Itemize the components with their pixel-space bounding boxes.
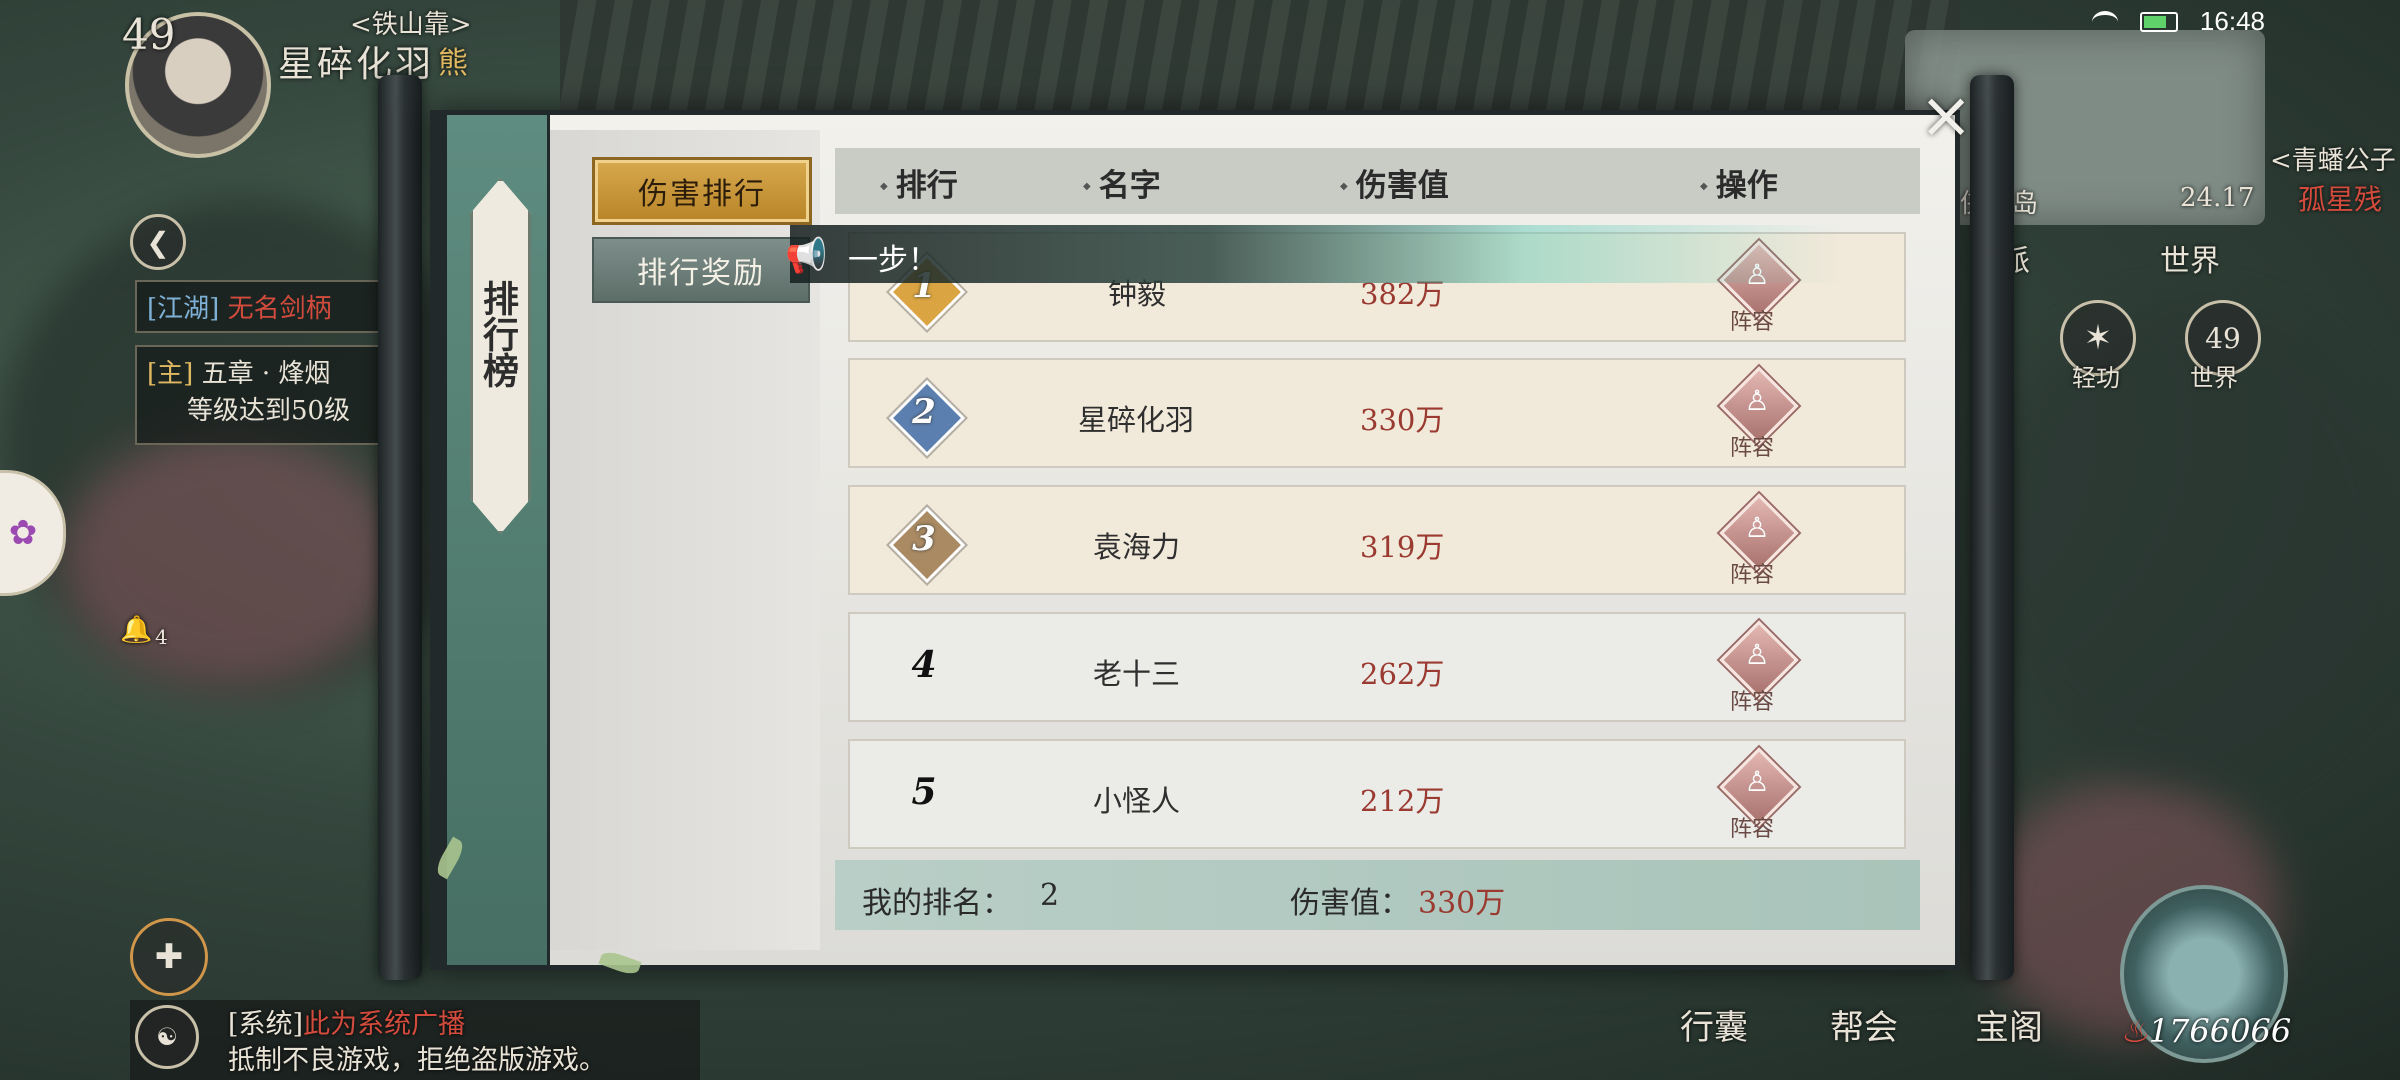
player-level: 49: [122, 10, 176, 59]
add-friend-icon[interactable]: ✚: [130, 918, 208, 996]
quest-tracker[interactable]: [主] 五章 · 烽烟 等级达到50级: [135, 345, 399, 445]
close-icon[interactable]: ×: [1918, 84, 1974, 148]
side-title: 排行榜: [477, 280, 519, 388]
quest-title: 五章 · 烽烟: [201, 359, 331, 389]
my-rank-value: 2: [1040, 878, 1060, 913]
column-header-damage: 伤害值: [1340, 160, 1449, 205]
lineup-label: 阵容: [1730, 310, 1775, 335]
scroll-rod-left: [378, 75, 422, 980]
battery-icon: [2139, 11, 2178, 32]
scroll-rod-right: [1970, 75, 2014, 980]
player-name-cell: 老十三: [1093, 657, 1181, 691]
chat-channel-name: 无名剑柄: [227, 294, 332, 324]
npc-name: <青蟠公子: [2270, 146, 2396, 176]
quest-condition: 等级达到50级: [187, 396, 351, 426]
column-header-action: 操作: [1700, 160, 1778, 205]
npc-subtitle: 孤星残: [2298, 183, 2383, 216]
lineup-label: 阵容: [1730, 690, 1775, 715]
system-title: 此为系统广播: [303, 1009, 466, 1040]
wifi-icon: [2091, 10, 2118, 33]
damage-cell: 262万: [1360, 657, 1445, 691]
my-damage-value: 330万: [1418, 886, 1506, 921]
rank-number: 4: [911, 644, 937, 686]
lineup-person-icon: ♙: [1744, 765, 1770, 798]
column-header-name: 名字: [1083, 160, 1161, 205]
announcement-text: 一步！: [848, 243, 938, 278]
lineup-label: 阵容: [1730, 563, 1775, 588]
lineup-person-icon: ♙: [1744, 511, 1770, 544]
damage-cell: 212万: [1360, 784, 1445, 818]
status-bar: 16:48: [2091, 6, 2265, 37]
back-arrow-icon[interactable]: ❮: [130, 214, 186, 270]
qinggong-label: 轻功: [2072, 364, 2120, 392]
tab-ranking-rewards[interactable]: 排行奖励: [592, 237, 810, 303]
system-avatar-icon: ☯: [135, 1005, 199, 1069]
damage-cell: 330万: [1360, 403, 1445, 437]
lineup-person-icon: ♙: [1744, 638, 1770, 671]
system-chat-box[interactable]: ☯ [系统]此为系统广播 抵制不良游戏，拒绝盗版游戏。: [130, 1000, 700, 1080]
player-name-cell: 星碎化羽: [1078, 403, 1195, 437]
column-header-rank: 排行: [880, 160, 958, 205]
rank-number: 2: [912, 392, 936, 432]
clock: 16:48: [2199, 6, 2265, 36]
nav-xingnang[interactable]: 行囊: [1680, 1000, 1748, 1049]
lineup-label: 阵容: [1730, 436, 1775, 461]
damage-cell: 319万: [1360, 530, 1445, 564]
system-message: 抵制不良游戏，拒绝盗版游戏。: [228, 1045, 606, 1076]
lineup-person-icon: ♙: [1744, 384, 1770, 417]
chat-channel-box[interactable]: [江湖] 无名剑柄: [135, 280, 399, 333]
system-tag: [系统]: [228, 1009, 304, 1040]
announcement-banner: [790, 225, 1840, 283]
nav-banghui[interactable]: 帮会: [1830, 1000, 1898, 1049]
megaphone-icon: 📢: [785, 236, 828, 276]
pavilion-roof: [560, 0, 1960, 110]
blossom-tree: [60, 430, 400, 690]
player-name-cell: 袁海力: [1093, 530, 1181, 564]
lineup-label: 阵容: [1730, 817, 1775, 842]
world-skill-level: 49: [2205, 321, 2241, 355]
power-icon: ♨: [2120, 1012, 2149, 1050]
notify-count: 4: [155, 625, 168, 649]
rank-number: 3: [912, 519, 936, 559]
rank-number: 5: [911, 771, 937, 813]
my-rank-label: 我的排名：: [862, 886, 1012, 921]
player-guild-char: 熊: [438, 46, 468, 81]
map-coord: 24.17: [2180, 183, 2255, 213]
quest-tag: [主]: [147, 359, 194, 389]
my-damage-label: 伤害值：: [1290, 886, 1410, 921]
bell-icon[interactable]: 🔔: [120, 615, 152, 645]
power-value: ♨1766066: [2120, 1012, 2292, 1050]
world-button[interactable]: 世界: [2160, 236, 2220, 280]
chat-channel-tag: [江湖]: [147, 294, 220, 324]
player-name-cell: 小怪人: [1093, 784, 1181, 818]
tab-damage-ranking[interactable]: 伤害排行: [592, 157, 812, 225]
nav-baoge[interactable]: 宝阁: [1975, 1000, 2043, 1049]
world-skill-label: 世界: [2190, 364, 2238, 392]
